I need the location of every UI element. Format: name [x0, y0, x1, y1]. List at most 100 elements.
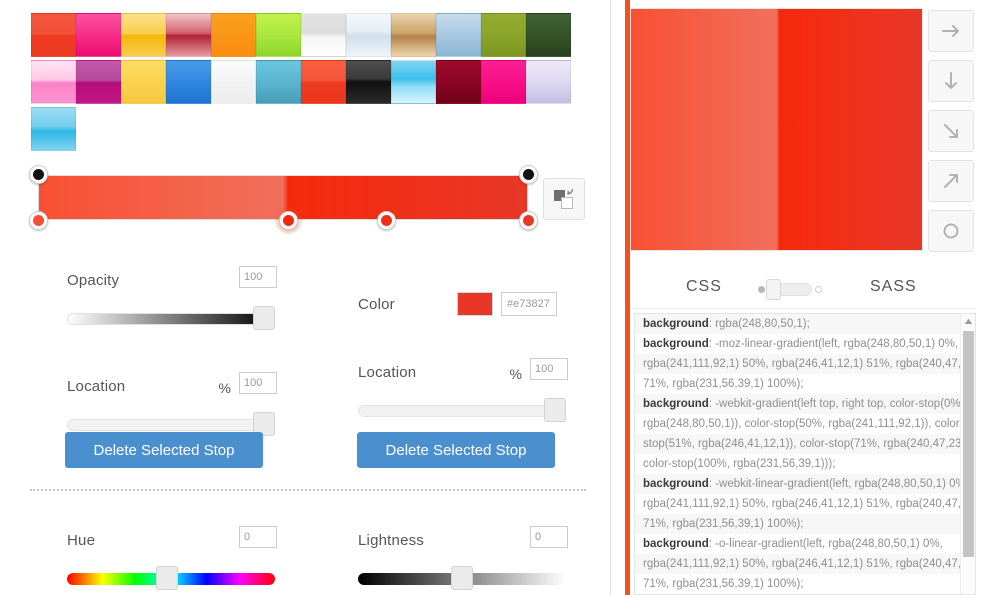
- opacity-slider-knob[interactable]: [253, 306, 275, 330]
- opacity-stop-dot: [523, 169, 534, 180]
- opacity-slider-track: [67, 313, 275, 325]
- delete-selected-color-stop-button[interactable]: Delete Selected Stop: [357, 432, 555, 468]
- output-format-toggle[interactable]: CSS SASS: [630, 272, 976, 308]
- opacity-location-input[interactable]: [239, 372, 277, 394]
- preset-blue[interactable]: [166, 60, 211, 107]
- preset-gold-split-fill: [121, 13, 166, 57]
- opacity-location-percent-sign: %: [218, 380, 231, 396]
- css-property-name: background: [643, 338, 709, 350]
- format-toggle-switch[interactable]: [758, 279, 822, 300]
- delete-selected-opacity-stop-button[interactable]: Delete Selected Stop: [65, 432, 263, 468]
- opacity-stop-100[interactable]: [519, 165, 538, 184]
- gradient-stop-editor[interactable]: [29, 165, 538, 230]
- sass-format-label[interactable]: SASS: [870, 278, 917, 296]
- lightness-input[interactable]: [530, 526, 568, 548]
- preset-crimson[interactable]: [436, 60, 481, 107]
- direction-diagonal-down[interactable]: [928, 110, 974, 152]
- preset-teal-fill: [256, 60, 301, 104]
- preset-pink-split[interactable]: [31, 60, 76, 107]
- preset-tomato-split[interactable]: [301, 60, 346, 107]
- color-location-label: Location: [358, 364, 417, 381]
- preset-olive[interactable]: [481, 13, 526, 60]
- preset-teal[interactable]: [256, 60, 301, 107]
- preset-steel-blue[interactable]: [436, 13, 481, 60]
- code-line: rgba(241,111,92,1) 50%, rgba(246,41,12,1…: [643, 498, 960, 510]
- scroll-thumb[interactable]: [963, 331, 974, 557]
- preset-lavender[interactable]: [526, 60, 571, 107]
- preset-magenta-fill: [76, 13, 121, 57]
- opacity-location-slider[interactable]: [67, 412, 275, 436]
- color-stop-dot: [380, 215, 392, 226]
- preset-dark-green-fill: [526, 13, 571, 57]
- css-property-name: background: [643, 478, 709, 490]
- section-divider: [30, 489, 586, 491]
- direction-top-to-bottom[interactable]: [928, 60, 974, 102]
- toggle-dot-right: [815, 286, 822, 293]
- preset-magenta[interactable]: [76, 13, 121, 60]
- preset-hot-pink[interactable]: [481, 60, 526, 107]
- preset-sky[interactable]: [391, 60, 436, 107]
- color-location-slider-knob[interactable]: [544, 398, 566, 422]
- preset-yellow[interactable]: [121, 60, 166, 107]
- swap-squares-icon: [554, 188, 574, 209]
- color-stop-dot: [523, 215, 534, 226]
- color-location-slider[interactable]: [358, 398, 566, 422]
- preset-hot-pink-fill: [481, 60, 526, 104]
- preset-gold-split[interactable]: [121, 13, 166, 60]
- hue-slider-knob[interactable]: [156, 566, 178, 590]
- preset-dark-green[interactable]: [526, 13, 571, 60]
- opacity-row: Opacity: [67, 266, 277, 298]
- scroll-up-button[interactable]: [961, 314, 975, 329]
- color-stop-100[interactable]: [519, 211, 538, 230]
- preset-black-bands[interactable]: [346, 60, 391, 107]
- direction-left-to-right[interactable]: [928, 10, 974, 52]
- color-stop-51[interactable]: [278, 211, 298, 230]
- direction-radial[interactable]: [928, 210, 974, 252]
- color-hex-input[interactable]: [501, 292, 557, 316]
- preset-ice-blue-fill: [346, 13, 391, 57]
- opacity-slider[interactable]: [67, 306, 275, 330]
- color-stop-0[interactable]: [29, 211, 48, 230]
- css-property-name: background: [643, 538, 709, 550]
- preset-orange[interactable]: [211, 13, 256, 60]
- preset-rose-bands[interactable]: [166, 13, 211, 60]
- code-line: rgba(248,80,50,1)), color-stop(50%, rgba…: [643, 418, 960, 430]
- preset-light-blue-fill: [31, 107, 76, 151]
- preset-silver-fill: [301, 13, 346, 57]
- hue-input[interactable]: [239, 526, 277, 548]
- preset-pink-split-fill: [31, 60, 76, 104]
- color-stop-71[interactable]: [376, 211, 396, 230]
- opacity-stop-0[interactable]: [29, 165, 48, 184]
- hue-slider[interactable]: [67, 566, 275, 590]
- color-location-row: Location %: [358, 358, 568, 390]
- preset-lavender-fill: [526, 60, 571, 104]
- css-format-label[interactable]: CSS: [686, 278, 722, 296]
- preset-black-bands-fill: [346, 60, 391, 104]
- code-line: background: -webkit-gradient(left top, r…: [635, 394, 960, 414]
- code-line: rgba(241,111,92,1) 50%, rgba(246,41,12,1…: [635, 554, 960, 574]
- lightness-slider[interactable]: [358, 566, 566, 590]
- preset-purple-split[interactable]: [76, 60, 121, 107]
- color-swatch-button[interactable]: [457, 292, 493, 316]
- swap-gradient-direction-button[interactable]: [543, 178, 585, 220]
- preset-rose-bands-fill: [166, 13, 211, 57]
- toggle-knob[interactable]: [766, 279, 781, 300]
- preset-blue-fill: [166, 60, 211, 104]
- preset-sky-fill: [391, 60, 436, 104]
- lightness-slider-knob[interactable]: [451, 566, 473, 590]
- color-location-input[interactable]: [530, 358, 568, 380]
- color-stop-dot: [282, 215, 294, 226]
- preset-ice-blue[interactable]: [346, 13, 391, 60]
- code-scrollbar[interactable]: [960, 314, 975, 594]
- direction-diagonal-up[interactable]: [928, 160, 974, 202]
- preset-white[interactable]: [211, 60, 256, 107]
- opacity-input[interactable]: [239, 266, 277, 288]
- preset-lime[interactable]: [256, 13, 301, 60]
- code-line: 71%, rgba(231,56,39,1) 100%);: [635, 514, 960, 534]
- css-property-name: background: [643, 318, 709, 330]
- preset-tan[interactable]: [391, 13, 436, 60]
- generated-css-output[interactable]: background: rgba(248,80,50,1); background…: [634, 313, 976, 595]
- preset-red-split[interactable]: [31, 13, 76, 60]
- preset-light-blue[interactable]: [31, 107, 76, 154]
- preset-silver[interactable]: [301, 13, 346, 60]
